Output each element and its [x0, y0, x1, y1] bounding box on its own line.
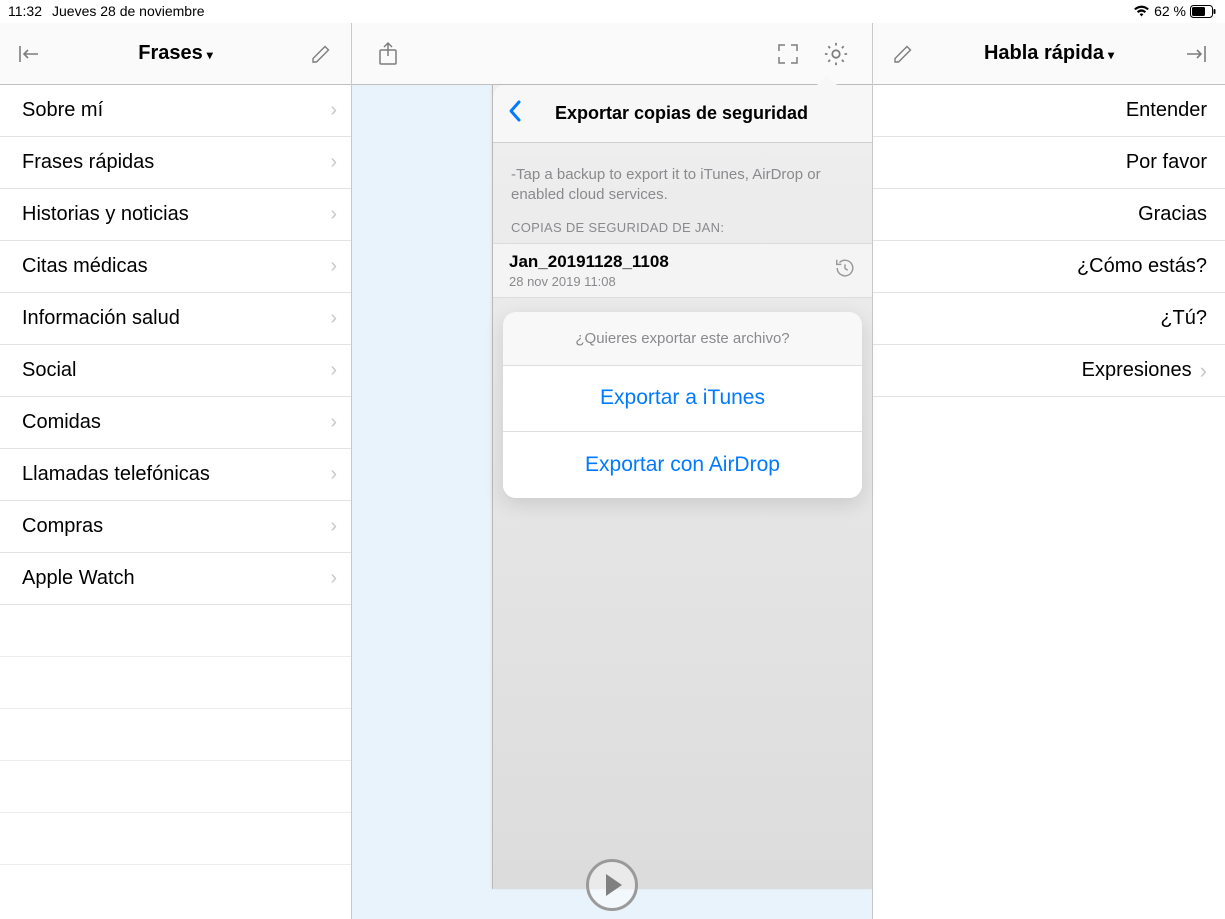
list-item-label: Gracias: [1138, 203, 1207, 226]
export-airdrop-button[interactable]: Exportar con AirDrop: [503, 432, 862, 498]
right-toolbar: Habla rápida ▾: [873, 23, 1225, 85]
share-icon[interactable]: [370, 36, 406, 72]
right-title[interactable]: Habla rápida ▾: [984, 42, 1114, 65]
list-item-label: Información salud: [22, 307, 180, 330]
history-icon: [834, 257, 856, 284]
dropdown-caret-icon: ▾: [1108, 45, 1114, 62]
middle-panel: Exportar copias de seguridad -Tap a back…: [352, 23, 873, 919]
list-item-label: Expresiones: [897, 359, 1200, 382]
list-item[interactable]: Gracias: [873, 189, 1225, 241]
left-panel: Frases ▾ Sobre mí › Frases rápidas › Histo…: [0, 23, 352, 919]
collapse-left-icon[interactable]: [12, 36, 48, 72]
collapse-right-icon[interactable]: [1177, 36, 1213, 72]
right-list: Entender Por favor Gracias ¿Cómo estás? …: [873, 85, 1225, 919]
empty-row: [0, 605, 351, 657]
list-item[interactable]: Llamadas telefónicas ›: [0, 449, 351, 501]
gear-icon[interactable]: [818, 36, 854, 72]
list-item[interactable]: Por favor: [873, 137, 1225, 189]
status-battery-text: 62 %: [1154, 3, 1186, 19]
chevron-right-icon: ›: [1200, 358, 1215, 384]
action-sheet: ¿Quieres exportar este archivo? Exportar…: [503, 312, 862, 498]
list-item[interactable]: Frases rápidas ›: [0, 137, 351, 189]
export-itunes-button[interactable]: Exportar a iTunes: [503, 366, 862, 432]
list-item-label: ¿Tú?: [1160, 307, 1207, 330]
list-item[interactable]: Sobre mí ›: [0, 85, 351, 137]
left-title-label: Frases: [138, 42, 203, 65]
export-popover: Exportar copias de seguridad -Tap a back…: [492, 85, 872, 889]
left-title[interactable]: Frases ▾: [138, 42, 213, 65]
list-item[interactable]: Información salud ›: [0, 293, 351, 345]
chevron-right-icon: ›: [330, 359, 337, 382]
popover-header: Exportar copias de seguridad: [493, 85, 872, 143]
play-icon: [606, 874, 622, 896]
chevron-right-icon: ›: [330, 151, 337, 174]
edit-icon[interactable]: [885, 36, 921, 72]
backup-name: Jan_20191128_1108: [509, 252, 669, 272]
chevron-right-icon: ›: [330, 567, 337, 590]
list-item-label: Entender: [1126, 99, 1207, 122]
chevron-right-icon: ›: [330, 463, 337, 486]
list-item[interactable]: Social ›: [0, 345, 351, 397]
list-item-label: Citas médicas: [22, 255, 148, 278]
list-item-label: Apple Watch: [22, 567, 135, 590]
wifi-icon: [1133, 5, 1150, 17]
list-item[interactable]: Apple Watch ›: [0, 553, 351, 605]
sheet-message: ¿Quieres exportar este archivo?: [503, 312, 862, 366]
popover-section-header: COPIAS DE SEGURIDAD DE JAN:: [493, 220, 872, 243]
chevron-right-icon: ›: [330, 99, 337, 122]
backup-row[interactable]: Jan_20191128_1108 28 nov 2019 11:08: [493, 243, 872, 298]
chevron-right-icon: ›: [330, 411, 337, 434]
list-item-label: Social: [22, 359, 76, 382]
list-item[interactable]: Citas médicas ›: [0, 241, 351, 293]
status-bar: 11:32 Jueves 28 de noviembre 62 %: [0, 0, 1225, 22]
list-item-label: Compras: [22, 515, 103, 538]
play-button[interactable]: [586, 859, 638, 911]
chevron-right-icon: ›: [330, 515, 337, 538]
list-item-expresiones[interactable]: Expresiones ›: [873, 345, 1225, 397]
popover-title: Exportar copias de seguridad: [505, 103, 858, 124]
right-title-label: Habla rápida: [984, 42, 1104, 65]
status-date: Jueves 28 de noviembre: [52, 3, 205, 19]
fullscreen-icon[interactable]: [770, 36, 806, 72]
dropdown-caret-icon: ▾: [207, 45, 213, 62]
list-item-label: Historias y noticias: [22, 203, 189, 226]
list-item-label: Sobre mí: [22, 99, 103, 122]
empty-row: [0, 657, 351, 709]
empty-row: [0, 761, 351, 813]
left-toolbar: Frases ▾: [0, 23, 351, 85]
list-item-label: Frases rápidas: [22, 151, 154, 174]
list-item-label: Por favor: [1126, 151, 1207, 174]
list-item[interactable]: Compras ›: [0, 501, 351, 553]
empty-row: [0, 813, 351, 865]
list-item[interactable]: Comidas ›: [0, 397, 351, 449]
list-item-label: Comidas: [22, 411, 101, 434]
chevron-right-icon: ›: [330, 307, 337, 330]
chevron-right-icon: ›: [330, 255, 337, 278]
list-item[interactable]: Historias y noticias ›: [0, 189, 351, 241]
edit-icon[interactable]: [303, 36, 339, 72]
list-item[interactable]: Entender: [873, 85, 1225, 137]
popover-hint: -Tap a backup to export it to iTunes, Ai…: [493, 143, 872, 220]
empty-row: [0, 709, 351, 761]
chevron-right-icon: ›: [330, 203, 337, 226]
status-time: 11:32: [8, 3, 42, 19]
list-item-label: ¿Cómo estás?: [1077, 255, 1207, 278]
list-item-label: Llamadas telefónicas: [22, 463, 210, 486]
list-item[interactable]: ¿Cómo estás?: [873, 241, 1225, 293]
battery-icon: [1190, 5, 1217, 18]
list-item[interactable]: ¿Tú?: [873, 293, 1225, 345]
left-list: Sobre mí › Frases rápidas › Historias y no…: [0, 85, 351, 919]
mid-toolbar: [352, 23, 872, 85]
right-panel: Habla rápida ▾ Entender Por favor Gracia…: [873, 23, 1225, 919]
backup-date: 28 nov 2019 11:08: [509, 274, 669, 289]
